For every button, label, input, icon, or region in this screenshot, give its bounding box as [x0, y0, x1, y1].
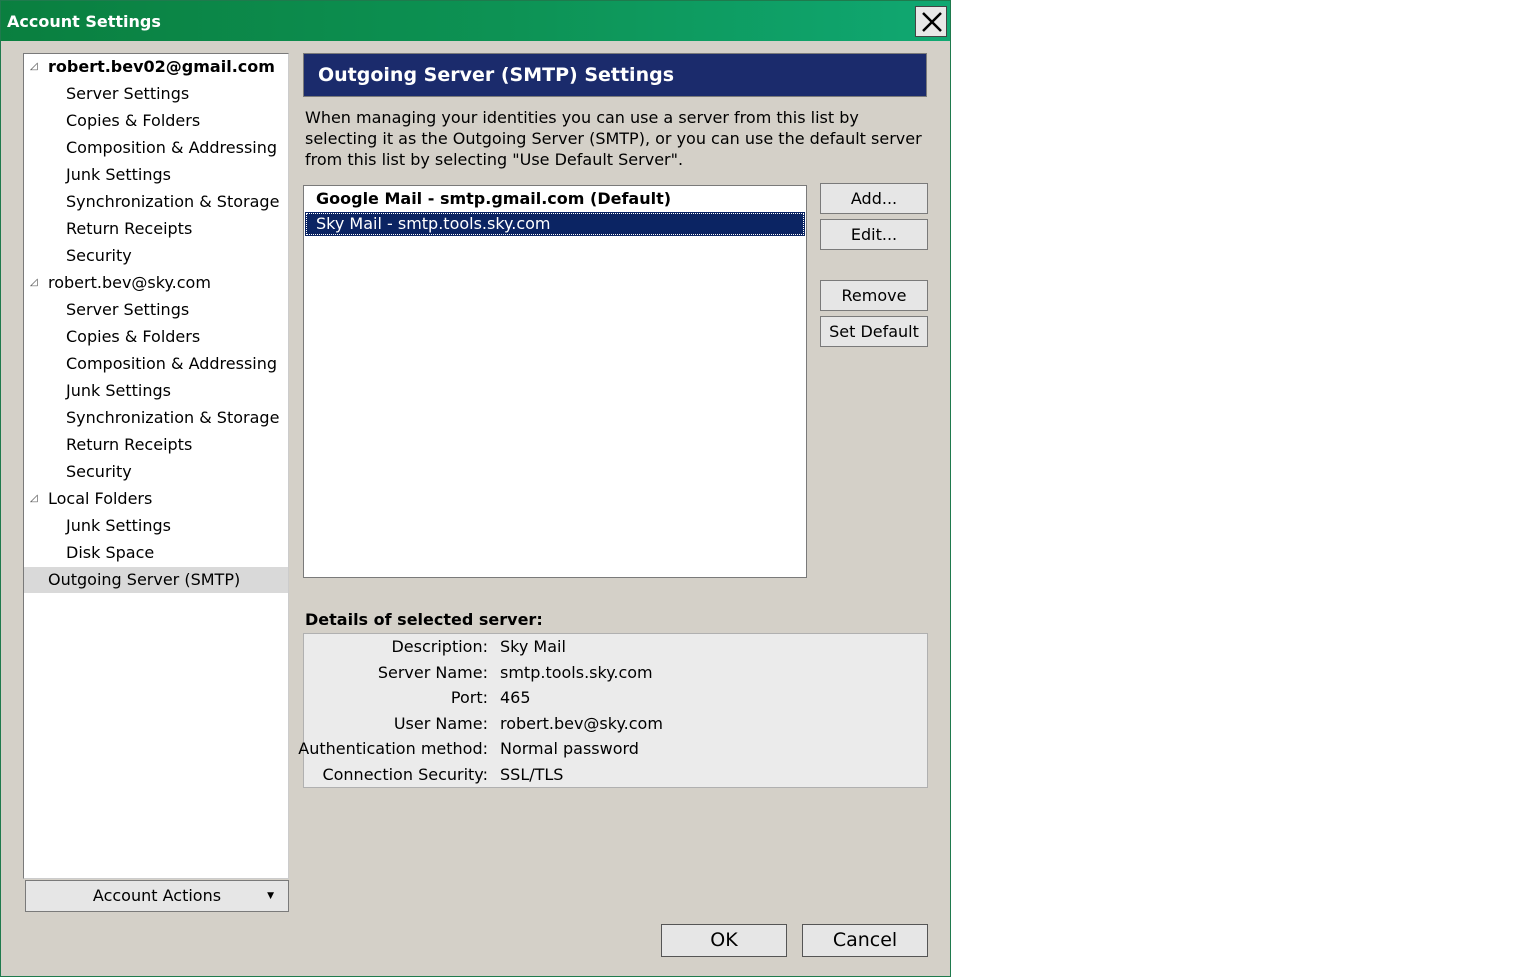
server-list-item-default[interactable]: Google Mail - smtp.gmail.com (Default)	[305, 187, 805, 211]
account-settings-window: Account Settings ◿ robert.bev02@gmail.com…	[0, 0, 951, 977]
tree-item-label: Junk Settings	[66, 165, 171, 184]
tree-account-item[interactable]: ◿ robert.bev02@gmail.com	[24, 54, 288, 80]
tree-sub-item[interactable]: Copies & Folders	[24, 108, 288, 134]
details-label: Port:	[450, 688, 488, 707]
details-heading: Details of selected server:	[305, 610, 543, 629]
window-title: Account Settings	[7, 12, 161, 31]
edit-button[interactable]: Edit...	[820, 219, 928, 250]
tree-sub-item[interactable]: Composition & Addressing	[24, 351, 288, 377]
tree-item-label: Synchronization & Storage	[66, 192, 280, 211]
server-list-item-selected[interactable]: Sky Mail - smtp.tools.sky.com	[305, 212, 805, 236]
details-value: Sky Mail	[500, 637, 566, 656]
tree-item-label: Composition & Addressing	[66, 138, 278, 157]
details-row: Description: Sky Mail	[304, 634, 927, 659]
remove-button[interactable]: Remove	[820, 280, 928, 311]
tree-sub-item[interactable]: Security	[24, 459, 288, 485]
tree-account-item[interactable]: ◿ robert.bev@sky.com	[24, 270, 288, 296]
panel-description: When managing your identities you can us…	[305, 108, 922, 169]
details-label: User Name:	[393, 713, 488, 733]
collapse-twisty-icon[interactable]: ◿	[30, 486, 38, 512]
server-details: Description: Sky Mail Server Name: smtp.too…	[298, 633, 928, 788]
tree-item-label: Security	[66, 462, 132, 481]
tree-item-label: robert.bev02@gmail.com	[48, 57, 275, 76]
tree-item-label: Local Folders	[48, 489, 153, 508]
add-button[interactable]: Add...	[820, 183, 928, 214]
tree-sub-item[interactable]: Junk Settings	[24, 513, 288, 539]
dropdown-arrow-icon: ▼	[267, 891, 274, 901]
title-bar[interactable]: Account Settings	[1, 1, 950, 41]
close-icon	[922, 12, 942, 32]
details-value: smtp.tools.sky.com	[500, 662, 653, 682]
details-value: Normal password	[500, 739, 639, 758]
account-tree[interactable]: ◿ robert.bev02@gmail.com Server Settings Co…	[23, 53, 289, 879]
details-value: robert.bev@sky.com	[500, 713, 663, 733]
details-value: 465	[500, 688, 531, 707]
cancel-button[interactable]: Cancel	[802, 924, 928, 957]
details-row: User Name: robert.bev@sky.com	[304, 711, 927, 736]
tree-item-label: Server Settings	[66, 84, 190, 103]
details-row: Server Name: smtp.tools.sky.com	[304, 660, 927, 685]
tree-sub-item[interactable]: Copies & Folders	[24, 324, 288, 350]
tree-item-label: Composition & Addressing	[66, 354, 278, 373]
tree-item-label: robert.bev@sky.com	[48, 273, 211, 292]
tree-item-label: Security	[66, 246, 132, 265]
close-button[interactable]	[915, 6, 947, 37]
tree-item-label: Return Receipts	[66, 435, 193, 454]
tree-item-label: Disk Space	[66, 543, 155, 562]
tree-sub-item[interactable]: Synchronization & Storage	[24, 405, 288, 431]
account-actions-button[interactable]: Account Actions ▼	[25, 880, 289, 912]
details-value: SSL/TLS	[500, 764, 564, 784]
tree-item-label: Copies & Folders	[66, 327, 201, 346]
ok-button[interactable]: OK	[661, 924, 787, 957]
tree-item-label: Server Settings	[66, 300, 190, 319]
tree-sub-item[interactable]: Server Settings	[24, 297, 288, 323]
account-actions-label: Account Actions	[92, 886, 222, 905]
tree-sub-item[interactable]: Composition & Addressing	[24, 135, 288, 161]
collapse-twisty-icon[interactable]: ◿	[30, 54, 38, 80]
tree-sub-item[interactable]: Return Receipts	[24, 432, 288, 458]
tree-account-item[interactable]: ◿ Local Folders	[24, 486, 288, 512]
tree-sub-item[interactable]: Synchronization & Storage	[24, 189, 288, 215]
panel-title: Outgoing Server (SMTP) Settings	[303, 53, 927, 97]
tree-item-label: Junk Settings	[66, 381, 171, 400]
details-label: Authentication method:	[298, 739, 488, 758]
tree-sub-item[interactable]: Security	[24, 243, 288, 269]
tree-sub-item[interactable]: Server Settings	[24, 81, 288, 107]
details-label: Connection Security:	[322, 764, 488, 784]
dialog-content: ◿ robert.bev02@gmail.com Server Settings Co…	[5, 41, 948, 974]
tree-sub-item[interactable]: Disk Space	[24, 540, 288, 566]
details-label: Description:	[391, 637, 488, 656]
tree-item-label: Outgoing Server (SMTP)	[48, 570, 241, 589]
tree-item-label: Copies & Folders	[66, 111, 201, 130]
details-row: Port: 465	[304, 685, 927, 710]
details-label: Server Name:	[377, 662, 488, 682]
collapse-twisty-icon[interactable]: ◿	[30, 270, 38, 296]
tree-item-label: Junk Settings	[66, 516, 171, 535]
set-default-button[interactable]: Set Default	[820, 316, 928, 347]
tree-sub-item[interactable]: Junk Settings	[24, 378, 288, 404]
tree-item-label: Synchronization & Storage	[66, 408, 280, 427]
tree-account-item[interactable]: Outgoing Server (SMTP)	[24, 567, 288, 593]
tree-sub-item[interactable]: Return Receipts	[24, 216, 288, 242]
details-row: Authentication method: Normal password	[298, 736, 927, 761]
details-row: Connection Security: SSL/TLS	[304, 762, 927, 787]
tree-sub-item[interactable]: Junk Settings	[24, 162, 288, 188]
smtp-server-list[interactable]: Google Mail - smtp.gmail.com (Default) S…	[303, 185, 807, 578]
tree-item-label: Return Receipts	[66, 219, 193, 238]
